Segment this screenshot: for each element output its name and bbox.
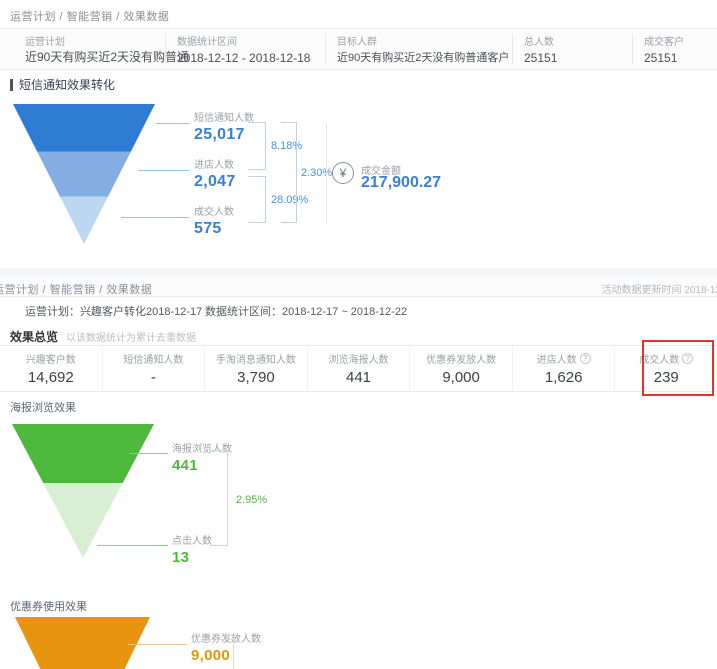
stat-sms-notified: 短信通知人数 - bbox=[102, 346, 205, 391]
funnel-stage-clicks: 点击人数 13 bbox=[172, 532, 212, 566]
field-label: 数据统计区间 bbox=[177, 33, 325, 48]
field-value: 25151 bbox=[644, 51, 713, 65]
sms-funnel-chart bbox=[13, 104, 155, 244]
rate-bracket bbox=[210, 450, 228, 546]
yen-icon: ¥ bbox=[332, 162, 354, 184]
field-value: 近90天有购买近2天没有购普通 bbox=[25, 48, 165, 65]
page-separator bbox=[0, 268, 717, 276]
rate-bracket bbox=[248, 122, 266, 170]
connector-line bbox=[138, 170, 189, 171]
stat-value: - bbox=[151, 369, 156, 386]
field-date-range: 数据统计区间 2018-12-12 - 2018-12-18 bbox=[166, 33, 325, 65]
stage-value: 575 bbox=[194, 220, 234, 238]
stat-value: 1,626 bbox=[545, 369, 583, 386]
coupon-funnel-chart bbox=[15, 617, 150, 669]
connector-line bbox=[156, 123, 189, 124]
stat-store-visits: 进店人数 ? 1,626 bbox=[512, 346, 615, 391]
conversion-rate-poster: 2.95% bbox=[236, 494, 267, 506]
conversion-rate-overall: 2.30% bbox=[301, 167, 332, 179]
stage-value: 2,047 bbox=[194, 173, 236, 191]
field-total-people: 总人数 25151 bbox=[513, 33, 632, 65]
field-plan: 运营计划 近90天有购买近2天没有购普通 bbox=[0, 33, 165, 65]
breadcrumb[interactable]: 运营计划 / 智能营销 / 效果数据 bbox=[10, 8, 169, 24]
amount-value: 217,900.27 bbox=[361, 174, 441, 192]
connector-line bbox=[97, 545, 168, 546]
data-update-time: 活动数据更新时间 2018-12 bbox=[602, 281, 717, 296]
rate-bracket-overall bbox=[281, 122, 297, 223]
stage-value: 13 bbox=[172, 549, 212, 566]
section-title-sms: 短信通知效果转化 bbox=[10, 76, 115, 93]
rate-bracket bbox=[216, 639, 234, 669]
overview-title-row: 效果总览 以该数据统计为累计去重数据 bbox=[10, 328, 196, 345]
plan-info-bar: 运营计划 近90天有购买近2天没有购普通 数据统计区间 2018-12-12 -… bbox=[0, 28, 717, 70]
dashboard: 运营计划 / 智能营销 / 效果数据 运营计划 近90天有购买近2天没有购普通 … bbox=[0, 0, 717, 669]
field-target-audience: 目标人群 近90天有购买近2天没有购普通客户 bbox=[326, 33, 512, 65]
stat-deals: 成交人数 ? 239 bbox=[614, 346, 717, 391]
field-value: 2018-12-12 - 2018-12-18 bbox=[177, 51, 325, 65]
stat-poster-views: 浏览海报人数 441 bbox=[307, 346, 410, 391]
poster-funnel-chart bbox=[12, 424, 154, 558]
connector-line bbox=[130, 453, 168, 454]
field-deal-customers: 成交客户 25151 bbox=[633, 33, 713, 65]
connector-line bbox=[128, 644, 187, 645]
stats-table: 兴趣客户数 14,692 短信通知人数 - 手淘消息通知人数 3,790 浏览海… bbox=[0, 345, 717, 392]
stat-value: 14,692 bbox=[28, 369, 74, 386]
stat-value: 239 bbox=[654, 369, 679, 386]
field-value: 近90天有购买近2天没有购普通客户 bbox=[337, 49, 512, 65]
field-label: 运营计划 bbox=[25, 33, 165, 48]
field-value: 25151 bbox=[524, 51, 632, 65]
field-label: 成交客户 bbox=[644, 33, 713, 48]
plan-name: 运营计划：兴趣客户转化2018-12-17 bbox=[25, 303, 202, 319]
section-title-poster: 海报浏览效果 bbox=[10, 399, 76, 415]
funnel-stage-sms-notified: 短信通知人数 25,017 bbox=[194, 109, 254, 144]
stat-value: 9,000 bbox=[442, 369, 480, 386]
field-label: 总人数 bbox=[524, 33, 632, 48]
overview-note: 以该数据统计为累计去重数据 bbox=[66, 329, 196, 344]
section-title-coupon: 优惠券使用效果 bbox=[10, 598, 87, 614]
field-label: 目标人群 bbox=[337, 33, 512, 48]
stage-value: 25,017 bbox=[194, 126, 254, 144]
divider bbox=[326, 122, 327, 223]
stat-value: 441 bbox=[346, 369, 371, 386]
stat-coupons-issued: 优惠券发放人数 9,000 bbox=[409, 346, 512, 391]
funnel-stage-deals: 成交人数 575 bbox=[194, 203, 234, 238]
overview-title: 效果总览 bbox=[10, 328, 58, 345]
section-accent-bar bbox=[10, 79, 13, 91]
funnel-stage-store-visits: 进店人数 2,047 bbox=[194, 156, 236, 191]
rate-bracket bbox=[248, 176, 266, 223]
connector-line bbox=[121, 217, 189, 218]
help-icon[interactable]: ? bbox=[682, 353, 693, 364]
stat-app-notified: 手淘消息通知人数 3,790 bbox=[204, 346, 307, 391]
help-icon[interactable]: ? bbox=[580, 353, 591, 364]
stat-interest-customers: 兴趣客户数 14,692 bbox=[0, 346, 102, 391]
date-range: 数据统计区间：2018-12-17 ~ 2018-12-22 bbox=[205, 303, 407, 319]
stat-value: 3,790 bbox=[237, 369, 275, 386]
breadcrumb[interactable]: 运营计划 / 智能营销 / 效果数据 bbox=[0, 281, 152, 297]
